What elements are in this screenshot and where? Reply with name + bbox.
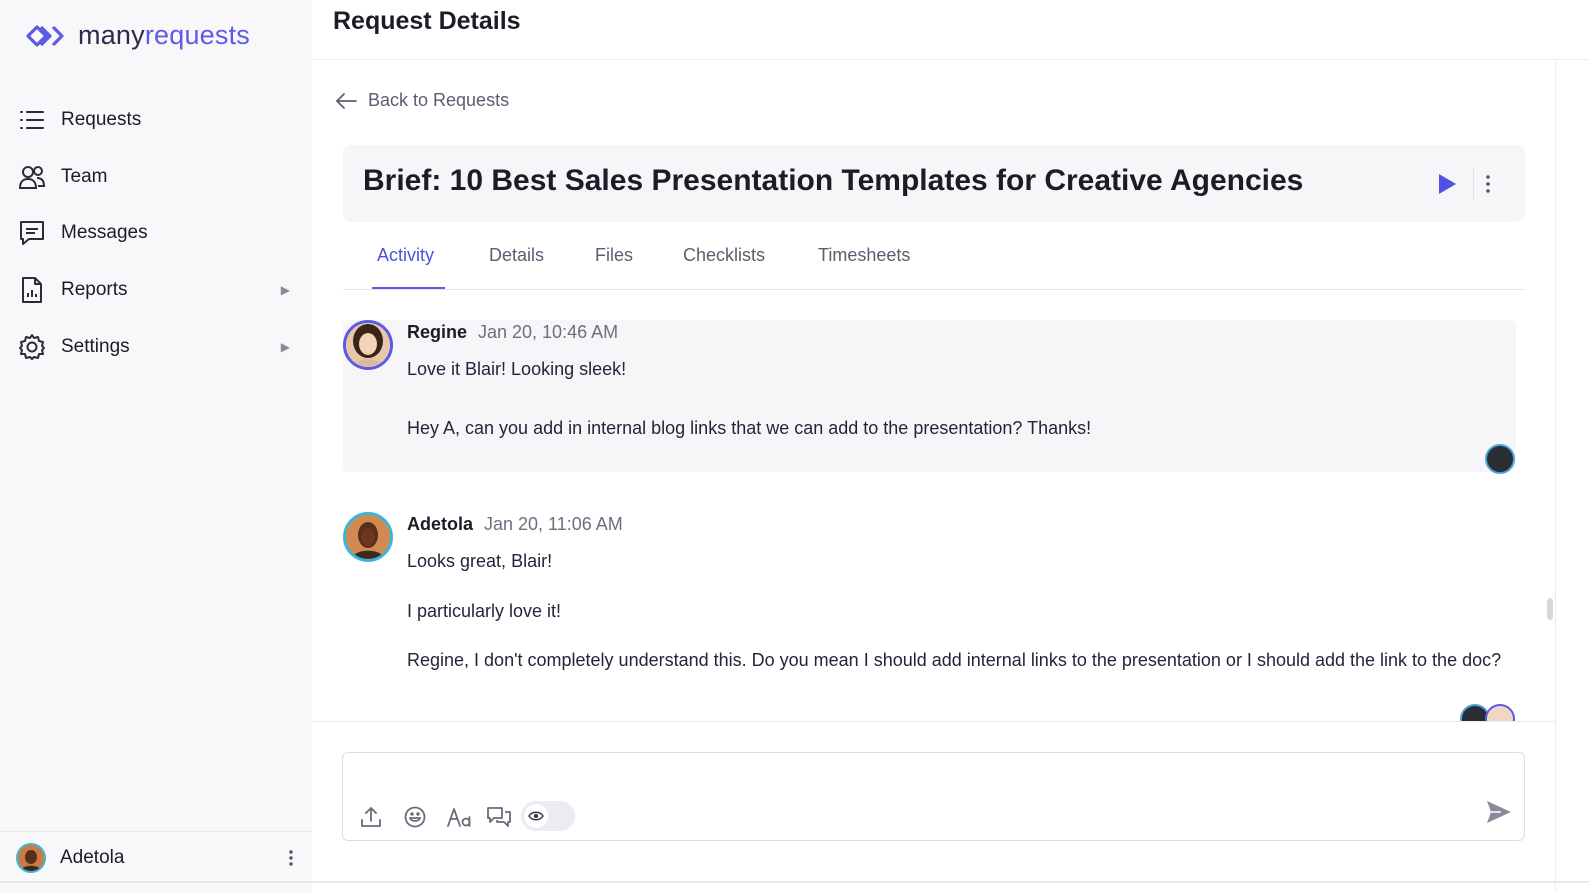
sidebar-item-messages[interactable]: Messages xyxy=(0,205,312,262)
avatar xyxy=(343,320,393,370)
comment-timestamp: Jan 20, 11:06 AM xyxy=(484,514,623,534)
header-divider xyxy=(312,59,1589,60)
logo-icon xyxy=(26,24,64,47)
caret-right-icon: ▶ xyxy=(280,339,290,354)
message-icon xyxy=(18,219,46,247)
quote-icon[interactable] xyxy=(486,804,512,830)
request-title: Brief: 10 Best Sales Presentation Templa… xyxy=(363,164,1304,197)
sidebar-item-reports[interactable]: Reports ▶ xyxy=(0,262,312,319)
send-icon[interactable] xyxy=(1485,799,1513,830)
avatar xyxy=(343,512,393,562)
sidebar-item-label: Settings xyxy=(61,335,130,357)
sidebar-item-label: Requests xyxy=(61,109,142,131)
logo-text-many: many xyxy=(78,20,145,50)
arrow-left-icon xyxy=(336,92,357,109)
eye-icon xyxy=(524,804,548,828)
scroll-thumb[interactable] xyxy=(1547,598,1553,620)
active-tab-indicator xyxy=(372,287,445,289)
composer-divider xyxy=(312,721,1555,722)
back-to-requests-link[interactable]: Back to Requests xyxy=(334,90,509,111)
text-format-icon[interactable] xyxy=(446,804,472,830)
visibility-toggle[interactable] xyxy=(521,801,575,831)
play-icon[interactable] xyxy=(1436,172,1458,201)
tab-activity[interactable]: Activity xyxy=(377,245,434,266)
comment-text: I particularly love it! xyxy=(407,601,562,621)
sidebar-item-settings[interactable]: Settings ▶ xyxy=(0,318,312,375)
comment: Regine Jan 20, 10:46 AM Love it Blair! L… xyxy=(343,320,1516,474)
back-link-label: Back to Requests xyxy=(368,90,510,110)
sidebar: manyrequests Requests Team Messages Repo… xyxy=(0,0,312,893)
tab-timesheets[interactable]: Timesheets xyxy=(818,245,910,266)
current-user[interactable]: Adetola xyxy=(0,831,312,883)
team-icon xyxy=(18,163,46,191)
gear-icon xyxy=(18,333,46,361)
activity-scrollbar[interactable] xyxy=(1545,320,1555,720)
caret-right-icon: ▶ xyxy=(280,283,290,298)
seen-by-avatar xyxy=(1485,704,1515,721)
comment-timestamp: Jan 20, 10:46 AM xyxy=(478,322,619,342)
comment-input[interactable] xyxy=(355,763,1475,797)
comment-author: Regine xyxy=(407,322,468,342)
tab-checklists[interactable]: Checklists xyxy=(683,245,765,266)
comment-text: Regine, I don't completely understand th… xyxy=(407,650,1502,670)
tab-details[interactable]: Details xyxy=(489,245,544,266)
user-avatar xyxy=(16,842,46,873)
logo-text: manyrequests xyxy=(78,20,250,51)
seen-by-avatar xyxy=(1485,444,1515,474)
card-divider xyxy=(1473,167,1474,201)
sidebar-nav: Requests Team Messages Reports ▶ Setting… xyxy=(0,92,312,375)
comment-composer xyxy=(342,752,1525,841)
page-title: Request Details xyxy=(333,7,521,35)
logo-text-requests: requests xyxy=(144,20,250,50)
comment-text: Hey A, can you add in internal blog link… xyxy=(407,418,1092,438)
more-options-icon[interactable] xyxy=(1483,173,1493,200)
report-icon xyxy=(18,276,46,304)
emoji-icon[interactable] xyxy=(402,804,428,830)
sidebar-item-label: Messages xyxy=(61,222,148,244)
main-content: Request Details Back to Requests Brief: … xyxy=(312,0,1589,893)
comment: Adetola Jan 20, 11:06 AM Looks great, Bl… xyxy=(343,512,1516,721)
comment-text: Looks great, Blair! xyxy=(407,551,553,571)
activity-feed: Regine Jan 20, 10:46 AM Love it Blair! L… xyxy=(312,310,1589,721)
tab-files[interactable]: Files xyxy=(595,245,633,266)
request-header-card: Brief: 10 Best Sales Presentation Templa… xyxy=(343,145,1525,222)
user-menu-icon[interactable] xyxy=(288,849,294,872)
content-edge xyxy=(1555,60,1556,893)
sidebar-item-team[interactable]: Team xyxy=(0,149,312,206)
sidebar-item-label: Reports xyxy=(61,279,128,301)
comment-text: Love it Blair! Looking sleek! xyxy=(407,359,627,379)
sidebar-item-label: Team xyxy=(61,165,108,187)
window-bottom-edge xyxy=(0,881,1589,883)
sidebar-item-requests[interactable]: Requests xyxy=(0,92,312,149)
logo[interactable]: manyrequests xyxy=(24,20,250,51)
request-tabs: Activity Details Files Checklists Timesh… xyxy=(343,240,1525,290)
comment-author: Adetola xyxy=(407,514,474,534)
upload-icon[interactable] xyxy=(358,804,384,830)
list-icon xyxy=(18,106,46,134)
user-name: Adetola xyxy=(60,846,125,868)
